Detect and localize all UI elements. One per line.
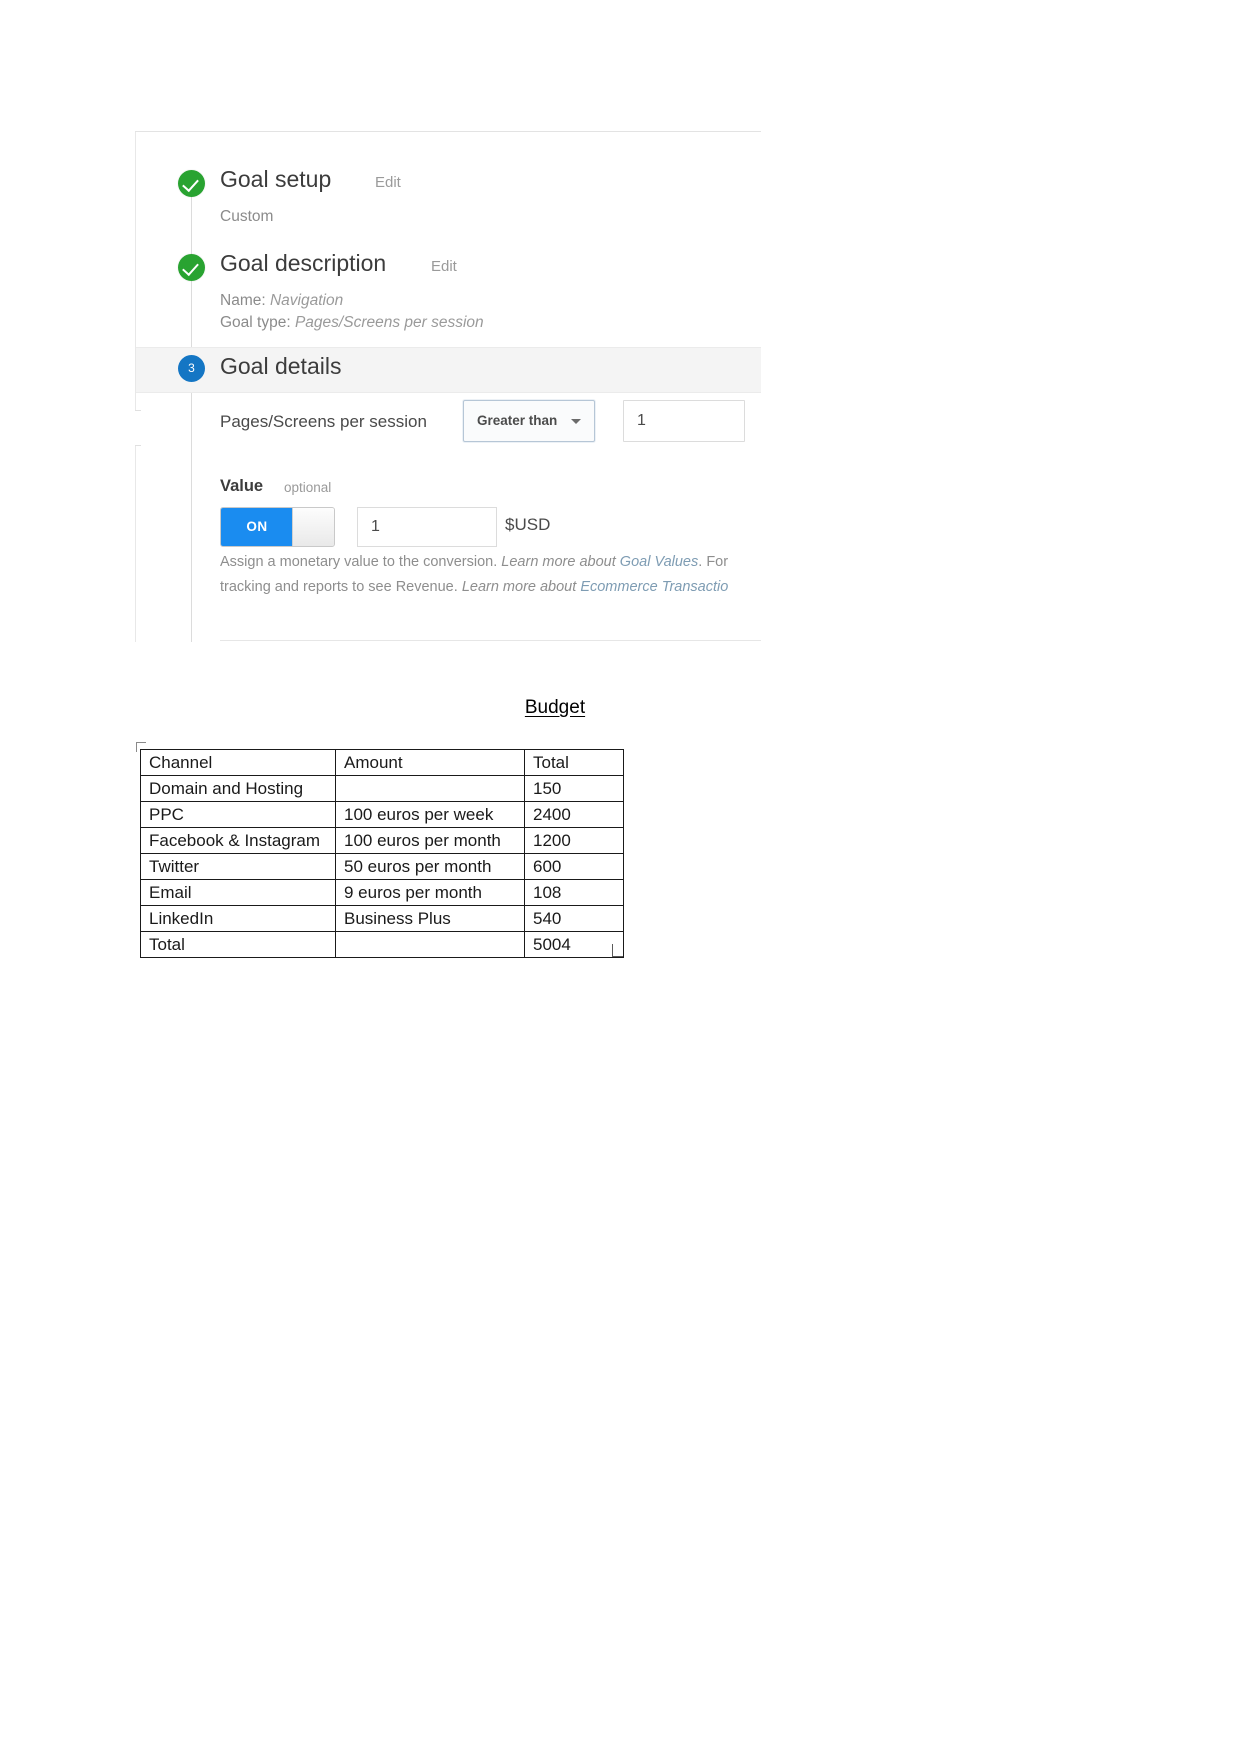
- help-line-2-prefix: tracking and reports to see Revenue.: [220, 579, 458, 595]
- table-row: Email 9 euros per month 108: [140, 879, 624, 906]
- cell-amount: 100 euros per month: [335, 827, 525, 854]
- value-help-line-2: tracking and reports to see Revenue. Lea…: [220, 575, 761, 600]
- cell-channel: LinkedIn: [140, 905, 336, 932]
- value-help-text: Assign a monetary value to the conversio…: [220, 550, 761, 600]
- cell-total: 5004: [524, 931, 624, 958]
- budget-heading-text: Budget: [524, 697, 586, 718]
- column-header-amount: Amount: [335, 749, 525, 776]
- cell-channel: Twitter: [140, 853, 336, 880]
- cell-channel: Facebook & Instagram: [140, 827, 336, 854]
- cell-amount: [335, 931, 525, 958]
- number-badge-3-icon: 3: [178, 355, 205, 382]
- help-line-1-prefix: Assign a monetary value to the conversio…: [220, 554, 498, 570]
- cell-amount: Business Plus: [335, 905, 525, 932]
- currency-label: $USD: [505, 515, 551, 534]
- toggle-knob[interactable]: [292, 508, 334, 546]
- cell-amount: 100 euros per week: [335, 801, 525, 828]
- cell-total: 2400: [524, 801, 624, 828]
- step-goal-details-title: Goal details: [220, 353, 342, 379]
- goal-name-value: Navigation: [269, 292, 344, 309]
- column-header-total: Total: [524, 749, 624, 776]
- toggle-state-label: ON: [246, 519, 268, 534]
- table-corner-mark-bottom-right: [612, 944, 623, 957]
- check-circle-icon: [178, 254, 205, 281]
- goal-type-row: Goal type: Pages/Screens per session: [220, 314, 484, 332]
- column-header-channel: Channel: [140, 749, 336, 776]
- panel-bottom-divider: [220, 640, 761, 641]
- check-circle-icon: [178, 170, 205, 197]
- table-row: Domain and Hosting 150: [140, 775, 624, 802]
- value-amount-value: 1: [371, 518, 380, 535]
- step-connector-rail-lower: [191, 387, 192, 642]
- budget-table: Channel Amount Total Domain and Hosting …: [140, 749, 624, 958]
- cell-total: 1200: [524, 827, 624, 854]
- table-header-row: Channel Amount Total: [140, 749, 624, 776]
- goal-setup-value: Custom: [220, 208, 274, 225]
- analytics-goal-panel: Goal setup Edit Custom Goal description …: [135, 131, 761, 642]
- step-goal-setup-title: Goal setup: [220, 166, 332, 192]
- goal-setup-edit-link[interactable]: Edit: [375, 174, 401, 191]
- goal-type-value: Pages/Screens per session: [294, 314, 484, 331]
- cell-total: 600: [524, 853, 624, 880]
- help-line-1-suffix: . For: [698, 554, 729, 570]
- goal-name-label: Name:: [220, 292, 266, 309]
- cell-channel: Total: [140, 931, 336, 958]
- help-line-2-link-prefix: Learn more about: [461, 579, 577, 595]
- value-amount-input[interactable]: 1: [357, 507, 497, 547]
- table-row: Twitter 50 euros per month 600: [140, 853, 624, 880]
- goal-values-link[interactable]: Goal Values: [620, 554, 698, 570]
- operator-select-value: Greater than: [477, 413, 558, 428]
- table-row: PPC 100 euros per week 2400: [140, 801, 624, 828]
- value-heading: Value: [220, 477, 264, 495]
- table-row: Facebook & Instagram 100 euros per month…: [140, 827, 624, 854]
- cell-channel: Domain and Hosting: [140, 775, 336, 802]
- cell-channel: Email: [140, 879, 336, 906]
- goal-description-edit-link[interactable]: Edit: [431, 258, 457, 275]
- budget-table-wrapper: Channel Amount Total Domain and Hosting …: [140, 749, 624, 958]
- panel-notch: [135, 410, 141, 446]
- step-goal-description-title: Goal description: [220, 250, 387, 276]
- threshold-input-value: 1: [637, 412, 646, 429]
- table-row-total: Total 5004: [140, 931, 624, 958]
- value-optional-label: optional: [284, 480, 332, 495]
- value-help-line-1: Assign a monetary value to the conversio…: [220, 550, 761, 575]
- condition-label: Pages/Screens per session: [220, 412, 427, 431]
- budget-heading: Budget: [0, 697, 1110, 719]
- value-toggle[interactable]: ON: [220, 507, 335, 547]
- cell-amount: [335, 775, 525, 802]
- cell-total: 540: [524, 905, 624, 932]
- table-row: LinkedIn Business Plus 540: [140, 905, 624, 932]
- operator-select[interactable]: Greater than: [463, 400, 595, 442]
- budget-table-body: Channel Amount Total Domain and Hosting …: [140, 749, 624, 958]
- help-line-1-link-prefix: Learn more about: [501, 554, 616, 570]
- chevron-down-icon: [571, 419, 581, 424]
- threshold-input[interactable]: 1: [623, 400, 745, 442]
- goal-name-row: Name: Navigation: [220, 292, 343, 310]
- cell-amount: 50 euros per month: [335, 853, 525, 880]
- cell-total: 150: [524, 775, 624, 802]
- goal-type-label: Goal type:: [220, 314, 291, 331]
- ecommerce-transactions-link[interactable]: Ecommerce Transactio: [580, 579, 728, 595]
- cell-amount: 9 euros per month: [335, 879, 525, 906]
- cell-channel: PPC: [140, 801, 336, 828]
- cell-total: 108: [524, 879, 624, 906]
